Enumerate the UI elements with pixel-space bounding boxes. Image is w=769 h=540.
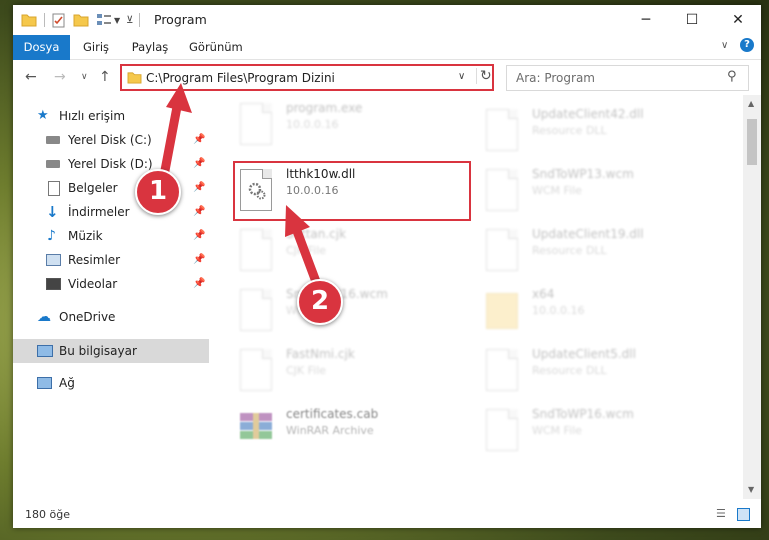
arrow-2-icon [285, 205, 323, 292]
step-2-marker: 2 [297, 279, 343, 325]
arrow-1-icon [158, 83, 192, 186]
explorer-window: ▼ ⊻ Program ─ ☐ ✕ Dosya Giriş Paylaş Gör… [13, 5, 761, 528]
annotation-arrows [158, 83, 323, 292]
step-1-marker: 1 [135, 169, 181, 215]
